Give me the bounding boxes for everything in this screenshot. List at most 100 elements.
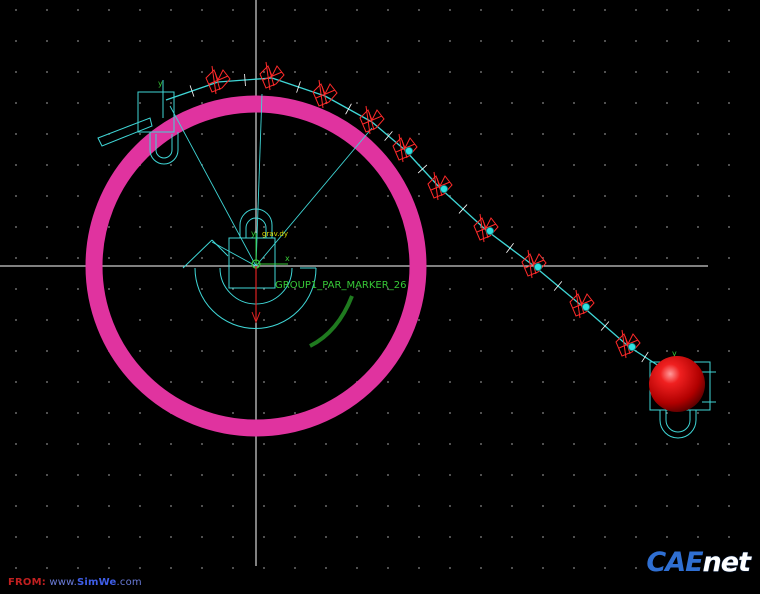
- grid-dot: [449, 536, 451, 538]
- grid-dot: [666, 40, 668, 42]
- grid-dot: [139, 536, 141, 538]
- grid-dot: [387, 71, 389, 73]
- grid-dot: [201, 288, 203, 290]
- grid-dot: [170, 164, 172, 166]
- grid-dot: [139, 567, 141, 569]
- grid-dot: [418, 474, 420, 476]
- grid-dot: [542, 319, 544, 321]
- grid-dot: [449, 102, 451, 104]
- grid-dot: [356, 257, 358, 259]
- grid-dot: [573, 319, 575, 321]
- grid-dot: [728, 288, 730, 290]
- grid-dot: [108, 567, 110, 569]
- grid-dot: [635, 71, 637, 73]
- revolute-joint-icon[interactable]: [182, 208, 317, 329]
- grid-dot: [604, 474, 606, 476]
- grid-dot: [46, 412, 48, 414]
- grid-dot: [635, 195, 637, 197]
- grid-dot: [356, 164, 358, 166]
- grid-dot: [15, 195, 17, 197]
- grid-dot: [635, 102, 637, 104]
- grid-dot: [573, 9, 575, 11]
- grid-dot: [108, 164, 110, 166]
- link-tick: [641, 351, 649, 363]
- grid-dot: [666, 226, 668, 228]
- grid-dot: [542, 288, 544, 290]
- grid-dot: [604, 164, 606, 166]
- grid-dot: [232, 164, 234, 166]
- grid-dot: [573, 288, 575, 290]
- grid-dot: [542, 40, 544, 42]
- grid-dot: [728, 505, 730, 507]
- grid-dot: [108, 257, 110, 259]
- grid-dot: [387, 536, 389, 538]
- grid-dot: [325, 226, 327, 228]
- grid-dot: [263, 71, 265, 73]
- grid-dot: [46, 505, 48, 507]
- grid-dot: [604, 381, 606, 383]
- grid-dot: [201, 9, 203, 11]
- red-ball[interactable]: [649, 356, 705, 412]
- grid-dot: [201, 505, 203, 507]
- grid-dot: [511, 164, 513, 166]
- grid-dot: [15, 164, 17, 166]
- grid-dot: [356, 536, 358, 538]
- grid-dot: [449, 474, 451, 476]
- grid-dot: [666, 71, 668, 73]
- grid-dot: [449, 567, 451, 569]
- grid-dot: [325, 195, 327, 197]
- grid-dot: [573, 71, 575, 73]
- grid-dot: [511, 536, 513, 538]
- grid-dot: [666, 288, 668, 290]
- force-marker: [473, 213, 499, 243]
- grid-dot: [46, 257, 48, 259]
- grid-dot: [387, 567, 389, 569]
- grid-dot: [325, 474, 327, 476]
- grid-dot: [449, 288, 451, 290]
- grid-dot: [170, 567, 172, 569]
- grid-dot: [728, 443, 730, 445]
- grid-dot: [170, 71, 172, 73]
- grid-dot: [15, 350, 17, 352]
- grid-dot: [480, 71, 482, 73]
- watermark-url-prefix: www.: [49, 577, 77, 588]
- grid-dot: [573, 195, 575, 197]
- cad-viewport[interactable]: y grav.dy x GROUP1_PAR_MARKER_26 y y FRO…: [0, 0, 760, 594]
- grid-dot: [604, 9, 606, 11]
- grid-dot: [325, 443, 327, 445]
- grid-dot: [573, 164, 575, 166]
- grid-dot: [232, 319, 234, 321]
- grid-dot: [480, 319, 482, 321]
- grid-dot: [325, 505, 327, 507]
- grid-dot: [666, 257, 668, 259]
- grid-dot: [542, 71, 544, 73]
- grid-dot: [542, 9, 544, 11]
- grid-dot: [449, 164, 451, 166]
- grid-dot: [263, 133, 265, 135]
- grid-dot: [77, 40, 79, 42]
- grid-dot: [387, 40, 389, 42]
- grid-dot: [15, 288, 17, 290]
- grid-dot: [635, 164, 637, 166]
- grid-dot: [697, 505, 699, 507]
- grid-dot: [46, 288, 48, 290]
- grid-dot: [573, 536, 575, 538]
- grid-dot: [356, 474, 358, 476]
- grid-dot: [294, 257, 296, 259]
- grid-dot: [15, 381, 17, 383]
- grid-dot: [356, 9, 358, 11]
- grid-dot: [139, 40, 141, 42]
- grid-dot: [728, 412, 730, 414]
- grid-dot: [728, 102, 730, 104]
- grid-dot: [15, 257, 17, 259]
- grid-dot: [604, 226, 606, 228]
- model-canvas[interactable]: y grav.dy x GROUP1_PAR_MARKER_26 y y: [0, 0, 760, 594]
- force-marker: [615, 329, 641, 359]
- grid-dot: [480, 40, 482, 42]
- grid-dot: [46, 226, 48, 228]
- grid-dot: [170, 350, 172, 352]
- grid-dot: [201, 350, 203, 352]
- grid-dot: [697, 226, 699, 228]
- grid-dot: [418, 9, 420, 11]
- gravity-tag-label: grav.dy: [262, 230, 288, 238]
